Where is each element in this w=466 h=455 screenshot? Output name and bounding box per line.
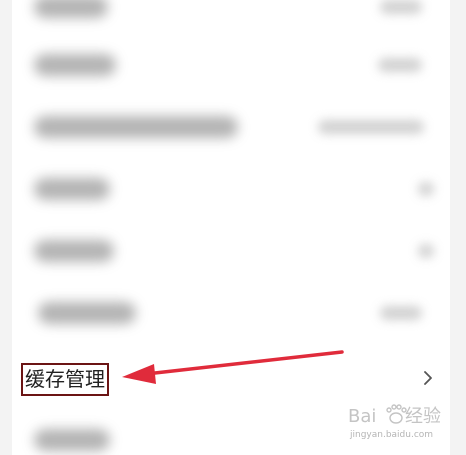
blurred-value	[380, 0, 422, 14]
blurred-value	[418, 182, 434, 196]
blurred-value	[378, 58, 422, 72]
baidu-jingyan-watermark: Bai 经验 jingyan.baidu.com	[348, 398, 444, 448]
watermark-url: jingyan.baidu.com	[350, 430, 434, 440]
blurred-value	[380, 306, 422, 320]
blurred-label	[34, 54, 116, 76]
blurred-value	[418, 244, 434, 258]
settings-item-blurred-1[interactable]	[12, 0, 450, 34]
blurred-label	[34, 116, 238, 138]
settings-item-blurred-3[interactable]	[12, 96, 450, 158]
cache-management-label: 缓存管理	[21, 363, 109, 396]
settings-list: 缓存管理	[12, 0, 450, 415]
settings-item-blurred-5[interactable]	[12, 220, 450, 282]
baidu-logo: Bai 经验	[348, 404, 441, 427]
svg-text:Bai: Bai	[348, 406, 376, 427]
settings-item-blurred-4[interactable]	[12, 158, 450, 220]
settings-item-blurred-6[interactable]	[12, 282, 450, 344]
blurred-label	[34, 178, 110, 200]
blurred-label	[34, 0, 108, 18]
chevron-right-icon	[424, 371, 432, 385]
blurred-value	[318, 120, 424, 134]
blurred-label	[38, 302, 136, 324]
settings-item-blurred-2[interactable]	[12, 34, 450, 96]
blurred-label	[34, 429, 110, 451]
svg-text:经验: 经验	[405, 406, 441, 427]
blurred-label	[34, 240, 114, 262]
